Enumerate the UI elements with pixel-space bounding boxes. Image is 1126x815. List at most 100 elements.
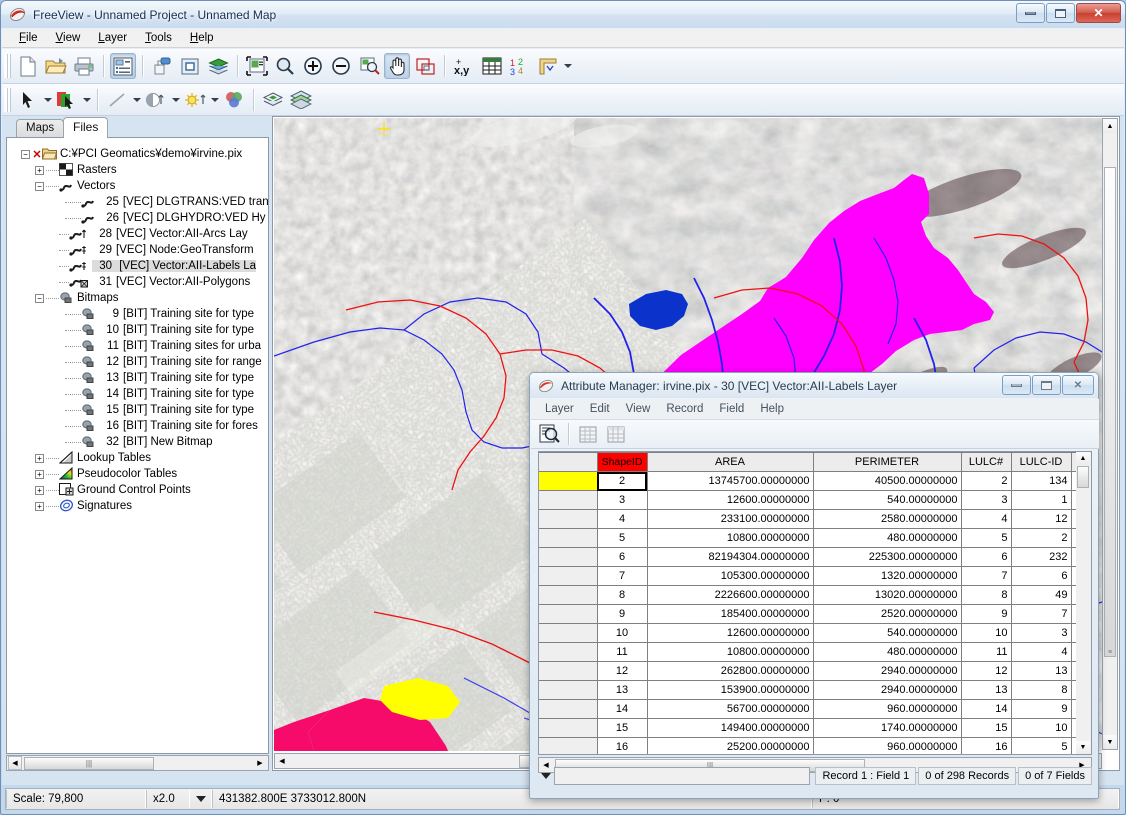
cell-area[interactable]: 12600.00000000 (646, 623, 814, 643)
tree-item-vector-26[interactable]: 26 [VEC] DLGHYDRO:VED Hy (65, 210, 268, 226)
tree-item-bitmap-13[interactable]: 13 [BIT] Training site for type (65, 370, 268, 386)
cell-area[interactable]: 56700.00000000 (646, 699, 814, 719)
cell-lulcid[interactable]: 13 (1010, 661, 1072, 681)
cell-area[interactable]: 13745700.00000000 (646, 471, 814, 491)
cell-shapeid[interactable]: 9 (596, 604, 648, 624)
column-header-perimeter[interactable]: PERIMETER (812, 452, 962, 472)
rgb-channels-icon[interactable] (221, 87, 247, 113)
cell-perimeter[interactable]: 2580.00000000 (812, 509, 962, 529)
tree-horizontal-scrollbar[interactable]: ◀ ||| ▶ (6, 755, 269, 771)
tree-item-bitmaps[interactable]: − Bitmaps (35, 290, 268, 306)
row-selector-cell[interactable] (539, 471, 598, 491)
expander-expand-icon[interactable]: + (35, 501, 44, 511)
select-dropdown-arrow-icon[interactable] (42, 88, 53, 112)
query-find-icon[interactable] (536, 421, 562, 447)
cell-area[interactable]: 10800.00000000 (646, 642, 814, 662)
cell-lulcid[interactable]: 1 (1010, 490, 1072, 510)
tab-files[interactable]: Files (63, 117, 109, 138)
attribute-grid[interactable]: ShapeID AREA PERIMETER LULC# LULC-ID 2 13… (538, 451, 1092, 755)
cell-area[interactable]: 2226600.00000000 (646, 585, 814, 605)
table-row[interactable]: 5 10800.00000000 480.00000000 5 2 (539, 528, 1091, 548)
cell-shapeid[interactable]: 2 (596, 471, 648, 491)
cell-shapeid[interactable]: 5 (596, 528, 648, 548)
tree-item-vector-29[interactable]: 29 [VEC] Node:GeoTransform (59, 242, 268, 258)
layer-3d-icon[interactable] (288, 87, 314, 113)
zoom-to-extents-icon[interactable] (244, 53, 270, 79)
tree-item-ground-control-points[interactable]: + Ground Control Points (35, 482, 268, 498)
single-layer-icon[interactable] (177, 53, 203, 79)
expander-expand-icon[interactable]: + (35, 165, 44, 175)
expander-expand-icon[interactable]: + (35, 485, 44, 495)
tree-item-bitmap-12[interactable]: 12 [BIT] Training site for range (65, 354, 268, 370)
cell-lulcid[interactable]: 6 (1010, 566, 1072, 586)
contrast-tool-icon[interactable] (143, 87, 169, 113)
file-tree[interactable]: − ✕ C:¥PCI Geomatics¥demo¥irvine.pix + R… (6, 137, 269, 754)
table-row[interactable]: 9 185400.00000000 2520.00000000 9 7 (539, 604, 1091, 624)
cell-lulc[interactable]: 4 (960, 509, 1012, 529)
select-layer-icon[interactable] (54, 87, 80, 113)
table-row[interactable]: 11 10800.00000000 480.00000000 11 4 (539, 642, 1091, 662)
column-header-rowselector[interactable] (539, 452, 598, 472)
cell-perimeter[interactable]: 480.00000000 (812, 642, 962, 662)
cell-perimeter[interactable]: 540.00000000 (812, 623, 962, 643)
menu-help[interactable]: Help (181, 30, 223, 46)
scroll-thumb[interactable] (1077, 466, 1089, 488)
cell-lulcid[interactable]: 2 (1010, 528, 1072, 548)
cell-lulc[interactable]: 8 (960, 585, 1012, 605)
cell-lulcid[interactable]: 49 (1010, 585, 1072, 605)
cell-lulc[interactable]: 16 (960, 737, 1012, 754)
row-selector-cell[interactable] (539, 509, 598, 529)
table-grid-alt-icon[interactable] (603, 421, 629, 447)
zoom-region-icon[interactable] (356, 53, 382, 79)
overview-icon[interactable] (412, 53, 438, 79)
row-selector-cell[interactable] (539, 490, 598, 510)
toolbar-grip[interactable] (4, 87, 11, 112)
cell-area[interactable]: 25200.00000000 (646, 737, 814, 754)
open-folder-icon[interactable] (43, 53, 69, 79)
expander-collapse-icon[interactable]: − (21, 149, 30, 159)
tree-item-bitmap-15[interactable]: 15 [BIT] Training site for type (65, 402, 268, 418)
cell-lulcid[interactable]: 134 (1010, 471, 1072, 491)
cell-perimeter[interactable]: 13020.00000000 (812, 585, 962, 605)
cell-lulc[interactable]: 12 (960, 661, 1012, 681)
cell-shapeid[interactable]: 13 (596, 680, 648, 700)
scroll-down-button[interactable]: ▼ (1103, 735, 1117, 749)
cell-perimeter[interactable]: 480.00000000 (812, 528, 962, 548)
cell-area[interactable]: 233100.00000000 (646, 509, 814, 529)
row-selector-cell[interactable] (539, 566, 598, 586)
tree-item-vector-28[interactable]: 28 [VEC] Vector:AII-Arcs Lay (59, 226, 268, 242)
cell-perimeter[interactable]: 1740.00000000 (812, 718, 962, 738)
tree-item-rasters[interactable]: + Rasters (35, 162, 268, 178)
row-selector-cell[interactable] (539, 585, 598, 605)
cell-perimeter[interactable]: 2940.00000000 (812, 680, 962, 700)
table-row[interactable]: 12 262800.00000000 2940.00000000 12 13 (539, 661, 1091, 681)
measure-dropdown-arrow-icon[interactable] (562, 54, 573, 78)
zoom-in-icon[interactable] (300, 53, 326, 79)
menu-edit[interactable]: Edit (582, 401, 618, 417)
cell-shapeid[interactable]: 15 (596, 718, 648, 738)
cell-shapeid[interactable]: 6 (596, 547, 648, 567)
table-grid-icon[interactable] (575, 421, 601, 447)
tree-item-vectors[interactable]: − Vectors (35, 178, 268, 194)
menu-record[interactable]: Record (658, 401, 711, 417)
cell-lulcid[interactable]: 8 (1010, 680, 1072, 700)
menu-view[interactable]: View (618, 401, 659, 417)
cell-shapeid[interactable]: 4 (596, 509, 648, 529)
brightness-tool-icon[interactable] (182, 87, 208, 113)
row-selector-cell[interactable] (539, 737, 598, 754)
table-row[interactable]: 3 12600.00000000 540.00000000 3 1 (539, 490, 1091, 510)
cell-lulcid[interactable]: 10 (1010, 718, 1072, 738)
cell-perimeter[interactable]: 2520.00000000 (812, 604, 962, 624)
row-selector-cell[interactable] (539, 718, 598, 738)
row-selector-cell[interactable] (539, 623, 598, 643)
tree-item-lookup-tables[interactable]: + Lookup Tables (35, 450, 268, 466)
menu-view[interactable]: View (47, 30, 90, 46)
paint-roller-icon[interactable] (149, 53, 175, 79)
scroll-up-button[interactable]: ▲ (1076, 452, 1090, 465)
cell-lulc[interactable]: 3 (960, 490, 1012, 510)
column-header-shapeid[interactable]: ShapeID (596, 452, 648, 472)
xy-coordinates-icon[interactable]: + x,y (451, 53, 477, 79)
line-tool-icon[interactable] (104, 87, 130, 113)
cell-lulcid[interactable]: 232 (1010, 547, 1072, 567)
close-button[interactable]: ✕ (1062, 375, 1094, 395)
